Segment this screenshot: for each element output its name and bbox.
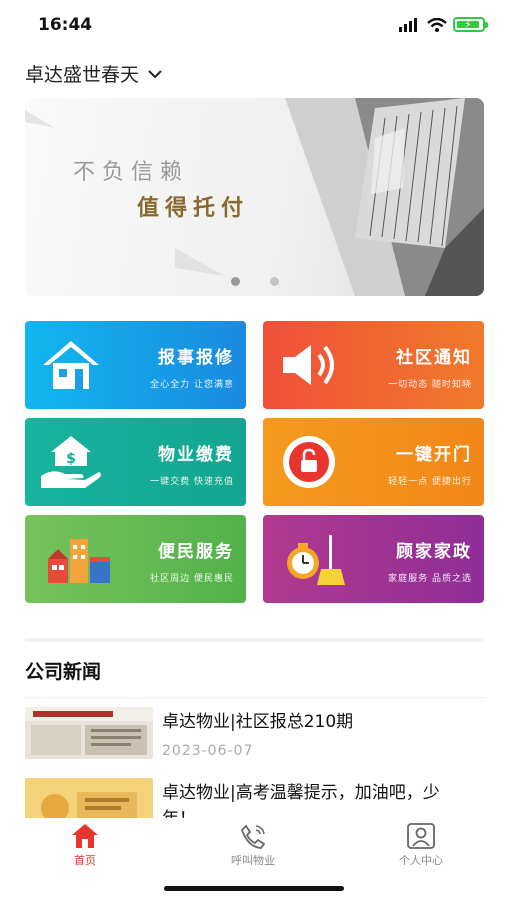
banner-slogan-line2: 值得托付 xyxy=(137,195,250,221)
service-card-subtitle: 一键交费 快速充值 xyxy=(150,477,234,487)
tab-label: 首页 xyxy=(74,854,96,867)
signal-icon xyxy=(399,17,417,32)
tab-profile[interactable]: 个人中心 xyxy=(366,822,476,868)
news-item[interactable]: 卓达物业|高考温馨提示，加油吧，少年！ xyxy=(25,778,484,818)
news-thumbnail xyxy=(25,778,153,818)
shops-icon xyxy=(48,539,110,583)
housekeeping-icon xyxy=(287,535,345,585)
divider-line xyxy=(25,697,484,698)
banner-dot[interactable] xyxy=(230,277,240,286)
profile-icon xyxy=(407,823,435,849)
speaker-icon xyxy=(283,345,334,385)
service-card-housekeeping[interactable]: 顾家家政 家庭服务 品质之选 xyxy=(263,515,484,603)
svg-text:$: $ xyxy=(66,451,76,467)
tab-label: 呼叫物业 xyxy=(231,854,275,867)
banner-slogan-line1: 不负信赖 xyxy=(73,160,190,185)
news-thumbnail xyxy=(25,707,153,759)
tab-label: 个人中心 xyxy=(399,854,443,867)
service-card-title: 一键开门 xyxy=(396,445,472,465)
phone-icon xyxy=(240,824,266,849)
banner-pagination xyxy=(25,277,484,286)
banner-building-image xyxy=(25,98,484,296)
news-title: 卓达物业|高考温馨提示，加油吧，少年！ xyxy=(162,783,440,818)
service-card-subtitle: 家庭服务 品质之选 xyxy=(388,574,472,584)
news-section-title: 公司新闻 xyxy=(25,661,102,683)
tab-home[interactable]: 首页 xyxy=(30,822,140,868)
community-name: 卓达盛世春天 xyxy=(25,64,140,86)
payment-icon: $ xyxy=(41,436,101,488)
house-icon xyxy=(43,341,99,389)
service-card-subtitle: 全心全力 让您满意 xyxy=(150,380,234,390)
section-divider xyxy=(25,638,484,642)
service-card-title: 顾家家政 xyxy=(396,542,472,562)
service-card-subtitle: 社区周边 便民惠民 xyxy=(150,574,234,584)
banner-dot[interactable] xyxy=(269,277,279,286)
service-card-title: 物业缴费 xyxy=(158,445,234,465)
service-card-title: 报事报修 xyxy=(158,348,234,368)
chevron-down-icon xyxy=(148,69,162,78)
service-card-subtitle: 一切动态 随时知晓 xyxy=(388,380,472,390)
wifi-icon xyxy=(427,17,447,32)
tab-call-property[interactable]: 呼叫物业 xyxy=(198,822,308,868)
home-indicator[interactable] xyxy=(164,886,344,891)
status-bar: 16:44 ⚡ xyxy=(0,0,507,50)
community-selector[interactable]: 卓达盛世春天 xyxy=(25,60,163,87)
unlock-icon xyxy=(283,436,335,488)
service-card-open-door[interactable]: 一键开门 轻轻一点 便捷出行 xyxy=(263,418,484,506)
service-card-subtitle: 轻轻一点 便捷出行 xyxy=(388,477,472,487)
service-card-repair[interactable]: 报事报修 全心全力 让您满意 xyxy=(25,321,246,409)
news-item[interactable]: 卓达物业|社区报总210期 2023-06-07 xyxy=(25,707,484,767)
banner-carousel[interactable]: 不负信赖 值得托付 xyxy=(25,98,484,296)
service-card-title: 便民服务 xyxy=(158,542,234,562)
news-date: 2023-06-07 xyxy=(162,743,254,759)
battery-icon: ⚡ xyxy=(453,17,488,32)
news-title: 卓达物业|社区报总210期 xyxy=(162,712,354,732)
service-card-notice[interactable]: 社区通知 一切动态 随时知晓 xyxy=(263,321,484,409)
status-icons: ⚡ xyxy=(399,17,488,32)
service-card-title: 社区通知 xyxy=(396,348,472,368)
service-card-payment[interactable]: $ 物业缴费 一键交费 快速充值 xyxy=(25,418,246,506)
home-icon xyxy=(72,824,98,848)
service-card-convenience[interactable]: 便民服务 社区周边 便民惠民 xyxy=(25,515,246,603)
status-time: 16:44 xyxy=(38,15,93,35)
